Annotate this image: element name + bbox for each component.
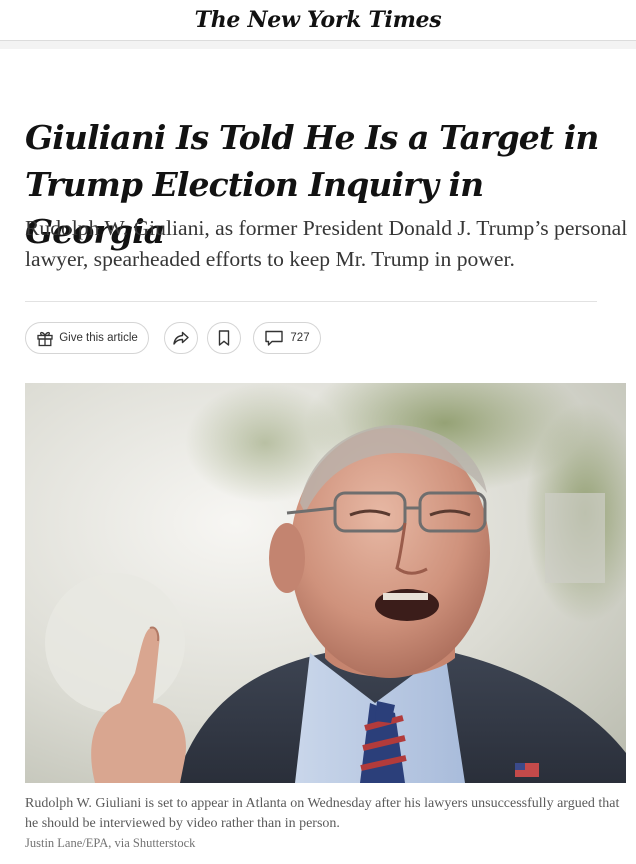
give-article-button[interactable]: Give this article: [25, 322, 149, 354]
photo-illustration: [25, 383, 626, 783]
section-divider: [25, 301, 597, 302]
header-divider-band: [0, 41, 636, 49]
headline-line-1: Giuliani Is Told He Is a Target in: [25, 118, 599, 157]
masthead: The New York Times: [0, 0, 636, 41]
comments-button[interactable]: 727: [253, 322, 321, 354]
nyt-logo[interactable]: The New York Times: [195, 7, 442, 33]
share-arrow-icon: [172, 329, 190, 347]
bookmark-icon: [217, 329, 231, 347]
gift-icon: [36, 329, 54, 347]
article-summary: Rudolph W. Giuliani, as former President…: [25, 216, 628, 271]
comment-bubble-icon: [264, 329, 284, 347]
save-bookmark-button[interactable]: [207, 322, 241, 354]
photo-credit: Justin Lane/EPA, via Shutterstock: [25, 836, 196, 850]
give-article-label: Give this article: [59, 332, 138, 344]
article-photo: [25, 383, 626, 783]
comment-count: 727: [290, 332, 310, 344]
photo-caption: Rudolph W. Giuliani is set to appear in …: [25, 796, 620, 831]
share-button[interactable]: [164, 322, 198, 354]
